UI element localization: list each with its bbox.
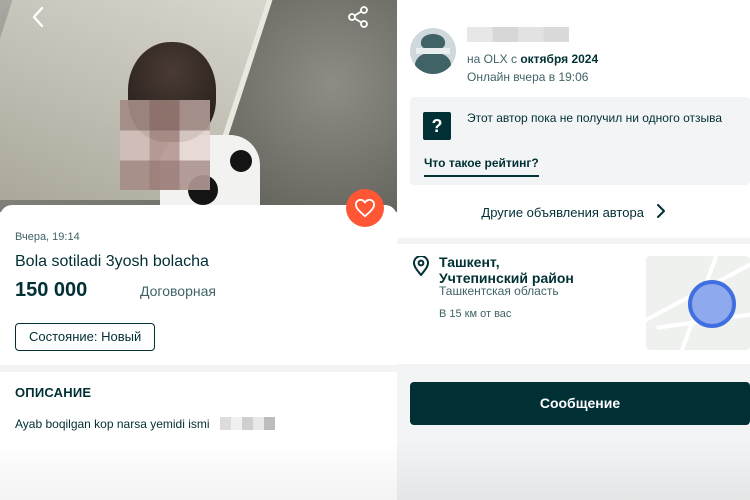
bottom-fade	[397, 440, 750, 500]
location-city: Ташкент, Учтепинский район	[439, 254, 574, 286]
location-card: Ташкент, Учтепинский район Ташкентская о…	[397, 244, 750, 364]
member-since: на OLX с октября 2024	[467, 52, 599, 66]
heart-icon	[354, 198, 375, 218]
no-reviews-text: Этот автор пока не получил ни одного отз…	[467, 111, 723, 125]
question-icon: ?	[423, 112, 451, 140]
posted-time: Вчера, 19:14	[15, 231, 80, 243]
seller-panel: на OLX с октября 2024 Онлайн вчера в 19:…	[397, 0, 750, 500]
listing-photo[interactable]	[0, 0, 397, 212]
share-icon[interactable]	[345, 4, 371, 30]
message-button[interactable]: Сообщение	[410, 382, 750, 425]
map-pin-icon	[412, 255, 430, 276]
back-icon[interactable]	[26, 4, 52, 30]
rating-box: ? Этот автор пока не получил ни одного о…	[410, 97, 750, 185]
location-map[interactable]	[646, 256, 750, 350]
redacted-name	[220, 417, 275, 430]
listing-panel: Вчера, 19:14 Bola sotiladi 3yosh bolacha…	[0, 0, 397, 500]
listing-title: Bola sotiladi 3yosh bolacha	[15, 253, 209, 270]
condition-tag[interactable]: Состояние: Новый	[15, 323, 156, 351]
map-area-circle	[688, 280, 736, 328]
description-fade	[0, 442, 397, 500]
description-text: Ayab boqilgan kop narsa yemidi ismi	[15, 417, 210, 431]
favorite-button[interactable]	[346, 189, 384, 227]
last-online: Онлайн вчера в 19:06	[467, 70, 589, 84]
negotiable-label: Договорная	[140, 283, 216, 299]
other-ads-link[interactable]: Другие объявления автора	[397, 204, 750, 223]
chevron-right-icon	[656, 204, 666, 223]
other-ads-label: Другие объявления автора	[481, 205, 644, 220]
listing-price: 150 000	[15, 279, 88, 301]
description-section: ОПИСАНИЕ Ayab boqilgan kop narsa yemidi …	[0, 372, 397, 500]
listing-info-card: Вчера, 19:14 Bola sotiladi 3yosh bolacha…	[0, 205, 397, 365]
avatar[interactable]	[410, 28, 456, 74]
seller-card: на OLX с октября 2024 Онлайн вчера в 19:…	[397, 0, 750, 238]
description-heading: ОПИСАНИЕ	[15, 385, 92, 400]
location-region: Ташкентская область	[439, 284, 559, 298]
redacted-seller-name[interactable]	[467, 27, 569, 42]
location-distance: В 15 км от вас	[439, 308, 512, 320]
pixelated-face	[120, 100, 210, 190]
rating-info-link[interactable]: Что такое рейтинг?	[424, 156, 539, 177]
